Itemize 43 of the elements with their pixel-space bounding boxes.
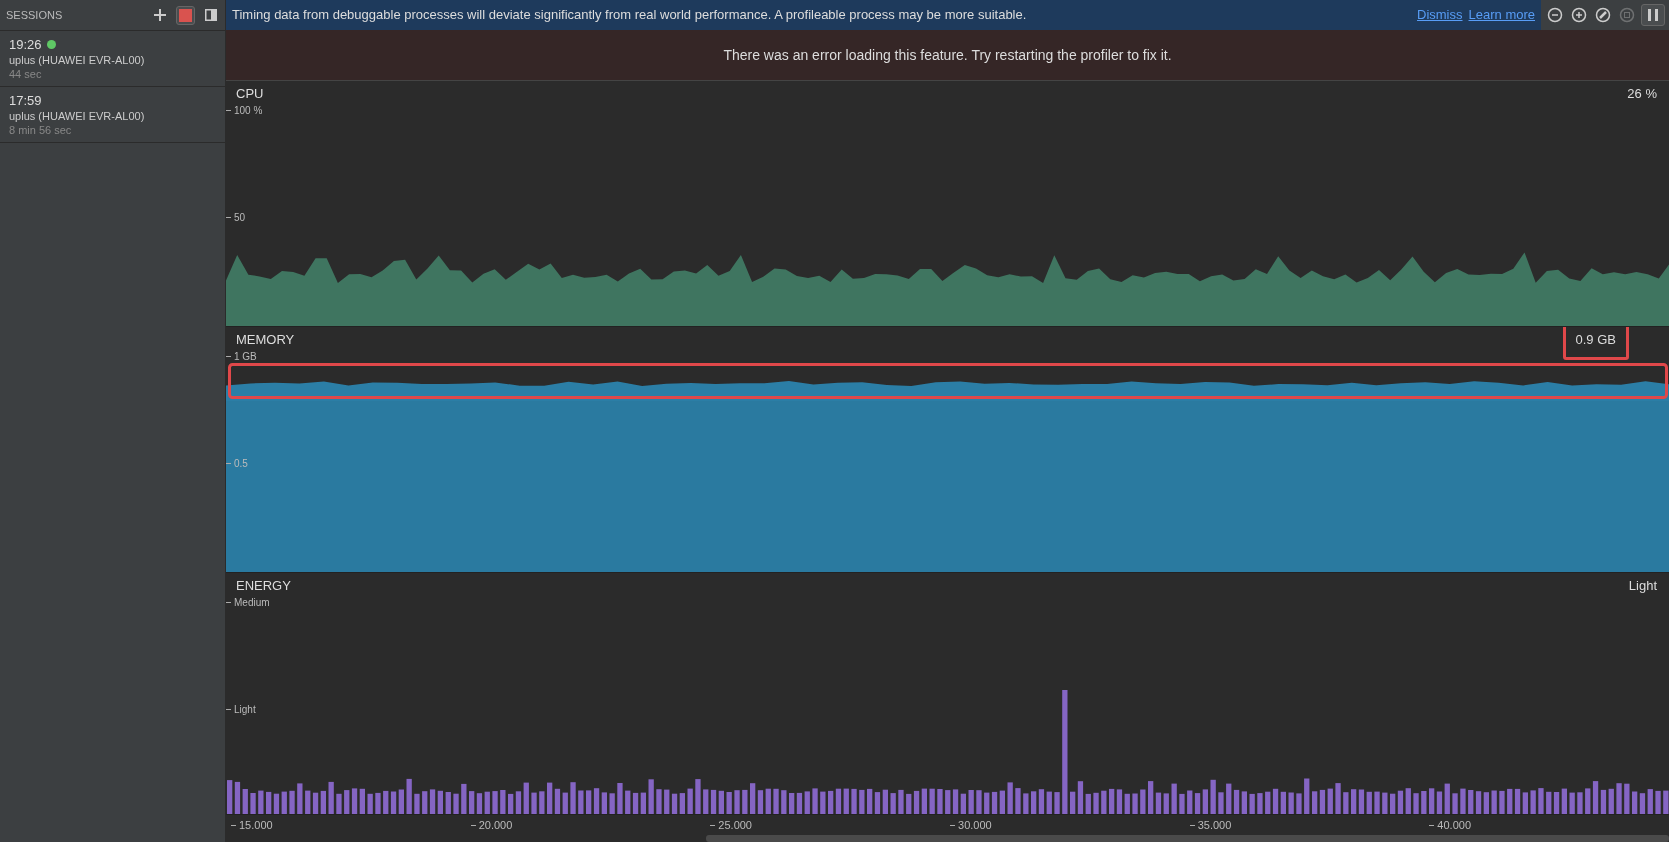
- monitor-title: CPU: [236, 86, 264, 102]
- monitor-title: MEMORY: [236, 332, 295, 348]
- pause-button[interactable]: [1641, 3, 1665, 26]
- session-time: 19:26: [9, 37, 42, 52]
- monitor-title: ENERGY: [236, 578, 291, 594]
- axis-tick-label: 100 %: [234, 104, 263, 116]
- session-item[interactable]: 17:59 uplus (HUAWEI EVR-AL00) 8 min 56 sec: [0, 87, 225, 143]
- banner-link[interactable]: Dismiss: [1417, 7, 1463, 23]
- axis-tick-label: 0.5: [234, 457, 248, 469]
- time-axis-label: 20.000: [478, 819, 513, 832]
- session-duration: 8 min 56 sec: [9, 124, 73, 136]
- time-axis-label: 35.000: [1197, 819, 1232, 832]
- add-session-button[interactable]: [152, 7, 168, 23]
- toggle-panel-button[interactable]: [203, 7, 219, 23]
- axis-tick-label: Medium: [234, 596, 270, 608]
- zoom-out-icon: [1547, 6, 1563, 23]
- scrollbar-thumb[interactable]: [706, 835, 1669, 842]
- attach-icon: [1619, 6, 1635, 23]
- plus-icon: [154, 9, 166, 21]
- time-axis-label: 40.000: [1437, 819, 1471, 832]
- axis-tick-label: 1 GB: [234, 350, 257, 362]
- monitor-reading: 0.9 GB: [1562, 326, 1629, 361]
- stop-icon: [179, 8, 192, 22]
- reset-zoom-icon: [1595, 6, 1611, 23]
- session-device: uplus (HUAWEI EVR-AL00): [9, 54, 146, 66]
- monitor-reading: Light: [1628, 578, 1657, 594]
- session-item[interactable]: 19:26 uplus (HUAWEI EVR-AL00) 44 sec: [0, 31, 225, 87]
- panel-icon: [205, 9, 217, 21]
- session-duration: 44 sec: [9, 68, 43, 80]
- error-message: There was an error loading this feature. Try restarting the profiler to fix it.: [723, 46, 1172, 63]
- time-axis-label: 30.000: [958, 819, 992, 832]
- time-axis-label: 25.000: [718, 819, 752, 832]
- banner-message: Timing data from debuggable processes will deviate significantly from real world performance. A profileable process may be more suitable.: [232, 7, 1028, 23]
- zoom-in-icon: [1571, 6, 1587, 23]
- time-axis-label: 15.000: [239, 819, 273, 832]
- axis-tick-label: 50: [234, 211, 246, 223]
- stop-session-button[interactable]: [176, 5, 195, 25]
- axis-tick-label: Light: [234, 703, 256, 715]
- sessions-title: SESSIONS: [6, 9, 64, 21]
- session-device: uplus (HUAWEI EVR-AL00): [9, 110, 146, 122]
- monitor-reading: 26 %: [1627, 86, 1657, 102]
- banner-link[interactable]: Learn more: [1468, 7, 1535, 23]
- session-time: 17:59: [9, 93, 42, 108]
